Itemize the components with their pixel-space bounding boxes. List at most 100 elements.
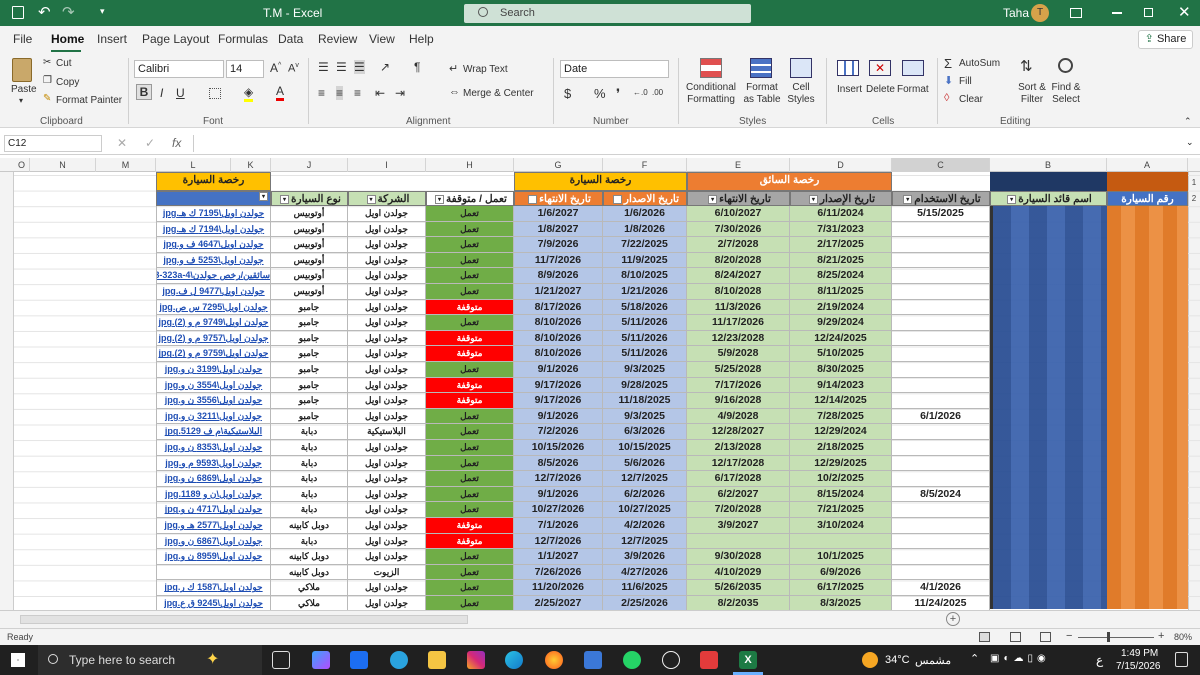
column-header-n[interactable]: N	[30, 158, 96, 172]
copilot-sparkle-icon[interactable]: ✦	[206, 649, 219, 669]
expiry-cell[interactable]: 8/17/2026	[514, 299, 603, 316]
header-issue[interactable]: ▾ تاريخ الاصدار	[603, 191, 687, 206]
driver-issue-cell[interactable]: 12/29/2024	[790, 424, 892, 440]
taskbar-search[interactable]: Type here to search ✦	[38, 645, 262, 675]
use-date-cell[interactable]	[892, 377, 990, 394]
expiry-cell[interactable]: 12/7/2026	[514, 533, 603, 550]
company-cell[interactable]: جولدن اويل	[348, 377, 426, 394]
font-size-select[interactable]: 14	[226, 60, 264, 78]
use-date-cell[interactable]: 4/1/2026	[892, 580, 990, 596]
use-date-cell[interactable]	[892, 455, 990, 472]
link-cell[interactable]	[156, 564, 271, 581]
driver-issue-cell[interactable]: 6/17/2025	[790, 580, 892, 596]
issue-cell[interactable]: 6/2/2026	[603, 486, 687, 503]
expiry-cell[interactable]: 9/17/2026	[514, 377, 603, 394]
status-cell[interactable]: تعمل	[426, 237, 514, 253]
anydesk-icon[interactable]	[700, 651, 718, 669]
driver-expiry-cell[interactable]: 9/16/2028	[687, 393, 790, 409]
company-cell[interactable]: جولدن اويل	[348, 580, 426, 596]
tab-insert[interactable]: Insert	[97, 32, 127, 46]
comma-icon[interactable]: ❜	[616, 86, 620, 102]
car-type-cell[interactable]: جامبو	[271, 377, 348, 394]
column-header-m[interactable]: M	[96, 158, 156, 172]
header-driver-issue[interactable]: ▾ تاريخ الإصدار	[790, 191, 892, 206]
link-cell[interactable]: جولدن اويل\3554 ن و.jpg	[156, 377, 271, 394]
driver-expiry-cell[interactable]: 4/9/2028	[687, 408, 790, 425]
enter-formula-icon[interactable]: ✓	[145, 136, 155, 150]
tab-home[interactable]: Home	[51, 32, 84, 46]
company-cell[interactable]: جولدن اويل	[348, 471, 426, 487]
formula-input[interactable]	[193, 135, 1183, 152]
car-type-cell[interactable]: جامبو	[271, 362, 348, 378]
driver-issue-cell[interactable]: 8/15/2024	[790, 486, 892, 503]
rtl-icon[interactable]: ¶	[414, 60, 420, 74]
status-cell[interactable]: متوقفة	[426, 330, 514, 347]
link-cell[interactable]: جولدن اويل\9593 م و.jpg	[156, 455, 271, 472]
cancel-formula-icon[interactable]: ✕	[117, 136, 127, 150]
status-cell[interactable]: متوقفة	[426, 533, 514, 550]
driver-issue-cell[interactable]	[790, 533, 892, 550]
use-date-cell[interactable]	[892, 502, 990, 518]
name-box[interactable]: C12	[4, 135, 102, 152]
zoom-slider-thumb[interactable]	[1107, 632, 1110, 642]
align-right-icon[interactable]: ≡	[354, 86, 361, 100]
issue-cell[interactable]: 9/28/2025	[603, 377, 687, 394]
firefox-icon[interactable]	[545, 651, 563, 669]
format-table-button[interactable]: Format as Table	[740, 82, 784, 106]
link-cell[interactable]: جولدن اويل\3556 ن و.jpg	[156, 393, 271, 409]
issue-cell[interactable]: 3/9/2026	[603, 549, 687, 565]
paste-button[interactable]: Paste	[11, 84, 37, 95]
driver-issue-cell[interactable]: 9/14/2023	[790, 377, 892, 394]
header-use-date[interactable]: ▾ تاريخ الاستخدام	[892, 191, 990, 206]
expiry-cell[interactable]: 9/17/2026	[514, 393, 603, 409]
horizontal-scrollbar[interactable]	[20, 615, 468, 624]
align-left-icon[interactable]: ≡	[318, 86, 325, 100]
issue-cell[interactable]: 11/9/2025	[603, 252, 687, 269]
issue-cell[interactable]: 6/3/2026	[603, 424, 687, 440]
driver-issue-cell[interactable]: 12/14/2025	[790, 393, 892, 409]
zoom-level[interactable]: 80%	[1174, 632, 1192, 642]
link-cell[interactable]: جولدن اويل\ن و 1189.jpg	[156, 486, 271, 503]
header-expiry[interactable]: ▾ تاريخ الانتهاء	[514, 191, 603, 206]
link-cell[interactable]: جولدن اويل\9757 م و (2).jpg	[156, 330, 271, 347]
copy-button[interactable]: Copy	[56, 77, 79, 88]
chatgpt-icon[interactable]	[662, 651, 680, 669]
filter-dropdown-icon[interactable]: ▾	[612, 194, 622, 204]
align-bottom-icon[interactable]: ☰	[354, 60, 365, 74]
use-date-cell[interactable]: 8/5/2024	[892, 486, 990, 503]
issue-cell[interactable]: 12/7/2025	[603, 471, 687, 487]
column-header-c[interactable]: C	[892, 158, 990, 172]
status-cell[interactable]: تعمل	[426, 549, 514, 565]
expiry-cell[interactable]: 9/1/2026	[514, 362, 603, 378]
driver-expiry-cell[interactable]: 11/17/2026	[687, 315, 790, 331]
car-type-cell[interactable]: دبابة	[271, 440, 348, 456]
user-name[interactable]: Taha	[1003, 6, 1029, 20]
driver-issue-cell[interactable]: 8/21/2025	[790, 252, 892, 269]
use-date-cell[interactable]: 6/1/2026	[892, 408, 990, 425]
issue-cell[interactable]: 1/8/2026	[603, 221, 687, 238]
customize-qat-icon[interactable]: ▾	[100, 6, 105, 17]
filter-dropdown-icon[interactable]: ▾	[708, 194, 718, 204]
issue-cell[interactable]: 4/27/2026	[603, 564, 687, 581]
driver-expiry-cell[interactable]: 3/9/2027	[687, 518, 790, 534]
link-cell[interactable]: جولدن اويل\8959 ن و.jpg	[156, 549, 271, 565]
driver-issue-cell[interactable]: 12/24/2025	[790, 330, 892, 347]
link-cell[interactable]: جولدن اويل\5253 ف و.jpg	[156, 252, 271, 269]
link-cell[interactable]: سائقين/رخص جولدن\4d8-323a-4	[156, 268, 271, 284]
header-company[interactable]: ▾ الشركة	[348, 191, 426, 206]
use-date-cell[interactable]	[892, 330, 990, 347]
company-cell[interactable]: جولدن اويل	[348, 252, 426, 269]
align-middle-icon[interactable]: ☰	[336, 60, 347, 74]
status-cell[interactable]: تعمل	[426, 455, 514, 472]
expiry-cell[interactable]: 8/9/2026	[514, 268, 603, 284]
ribbon-display-icon[interactable]	[1070, 8, 1082, 18]
car-type-cell[interactable]: دبابة	[271, 455, 348, 472]
minimize-icon[interactable]	[1112, 12, 1122, 14]
filter-dropdown-icon[interactable]: ▾	[280, 194, 290, 204]
page-layout-view-icon[interactable]	[1010, 632, 1021, 642]
driver-expiry-cell[interactable]: 7/30/2026	[687, 221, 790, 238]
row-header-2[interactable]: 2	[1188, 194, 1200, 203]
issue-cell[interactable]: 5/18/2026	[603, 299, 687, 316]
number-format-select[interactable]: Date	[560, 60, 669, 78]
company-cell[interactable]: جولدن اويل	[348, 502, 426, 518]
